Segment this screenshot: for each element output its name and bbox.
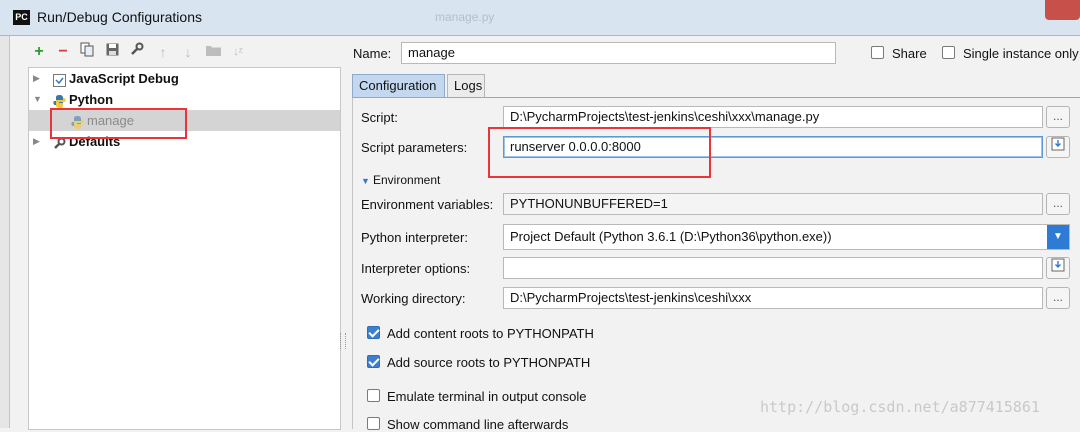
browse-script-button[interactable]: ...	[1046, 106, 1070, 128]
name-label: Name:	[353, 46, 392, 61]
share-label: Share	[892, 46, 927, 61]
environment-variables-label: Environment variables:	[361, 197, 494, 212]
title-bar: PC Run/Debug Configurations manage.py	[0, 0, 1080, 36]
underlying-window-edge	[0, 36, 10, 428]
folder-icon[interactable]	[204, 42, 222, 62]
javascript-debug-icon	[53, 72, 66, 87]
tab-logs[interactable]: Logs	[447, 74, 485, 97]
script-parameters-label: Script parameters:	[361, 140, 468, 155]
edit-environment-button[interactable]: ...	[1046, 193, 1070, 215]
arrow-up-icon[interactable]: ↑	[154, 42, 172, 62]
add-source-roots-checkbox[interactable]	[367, 355, 380, 368]
expand-parameters-button[interactable]	[1046, 136, 1070, 158]
tree-item-python[interactable]: ▼ Python	[29, 89, 340, 110]
script-input[interactable]: D:\PycharmProjects\test-jenkins\ceshi\xx…	[503, 106, 1043, 128]
tree-item-label: JavaScript Debug	[69, 71, 179, 86]
environment-variables-input[interactable]: PYTHONUNBUFFERED=1	[503, 193, 1043, 215]
highlight-box-manage	[50, 108, 187, 139]
show-command-line-label: Show command line afterwards	[387, 417, 569, 432]
share-checkbox[interactable]	[871, 46, 884, 59]
single-instance-label: Single instance only	[963, 46, 1079, 61]
python-interpreter-label: Python interpreter:	[361, 230, 468, 245]
minus-icon[interactable]: −	[54, 42, 72, 62]
expand-arrow-icon[interactable]: ▶	[33, 68, 40, 89]
working-directory-input[interactable]: D:\PycharmProjects\test-jenkins\ceshi\xx…	[503, 287, 1043, 309]
plus-icon[interactable]: +	[30, 42, 48, 62]
close-window-button[interactable]	[1045, 0, 1080, 20]
watermark: http://blog.csdn.net/a877415861	[760, 398, 1040, 416]
emulate-terminal-label: Emulate terminal in output console	[387, 389, 587, 404]
tree-item-label: Python	[69, 92, 114, 107]
pycharm-logo-icon: PC	[13, 10, 30, 25]
tree-item-javascript-debug[interactable]: ▶ JavaScript Debug	[29, 68, 340, 89]
working-directory-label: Working directory:	[361, 291, 466, 306]
splitter-handle[interactable]	[340, 333, 346, 349]
highlight-box-parameters	[488, 127, 711, 178]
single-instance-checkbox[interactable]	[942, 46, 955, 59]
environment-collapse-icon[interactable]: ▼	[361, 176, 370, 186]
python-icon	[53, 93, 66, 108]
tab-configuration[interactable]: Configuration	[352, 74, 445, 97]
interpreter-options-input[interactable]	[503, 257, 1043, 279]
python-interpreter-select[interactable]: Project Default (Python 3.6.1 (D:\Python…	[503, 224, 1070, 250]
environment-section-label[interactable]: Environment	[373, 173, 440, 187]
copy-icon[interactable]	[78, 42, 96, 62]
add-content-roots-checkbox[interactable]	[367, 326, 380, 339]
browse-directory-button[interactable]: ...	[1046, 287, 1070, 309]
expand-options-button[interactable]	[1046, 257, 1070, 279]
background-tab: manage.py	[435, 10, 495, 24]
python-interpreter-value: Project Default (Python 3.6.1 (D:\Python…	[510, 229, 832, 244]
add-content-roots-label: Add content roots to PYTHONPATH	[387, 326, 594, 341]
script-label: Script:	[361, 110, 398, 125]
expand-field-icon	[1051, 137, 1065, 151]
wrench-icon[interactable]	[128, 42, 146, 62]
add-source-roots-label: Add source roots to PYTHONPATH	[387, 355, 591, 370]
name-input[interactable]: manage	[401, 42, 836, 64]
save-icon[interactable]	[103, 42, 121, 62]
collapse-arrow-icon[interactable]: ▼	[33, 89, 42, 110]
arrow-down-icon[interactable]: ↓	[179, 42, 197, 62]
tab-bar: Configuration Logs	[352, 74, 1079, 98]
expand-arrow-icon[interactable]: ▶	[33, 131, 40, 152]
expand-field-icon	[1051, 258, 1065, 272]
emulate-terminal-checkbox[interactable]	[367, 389, 380, 402]
chevron-down-icon[interactable]: ▼	[1047, 225, 1069, 249]
interpreter-options-label: Interpreter options:	[361, 261, 471, 276]
sort-icon[interactable]: ↓ᶻ	[229, 42, 247, 62]
window-title: Run/Debug Configurations	[37, 9, 202, 25]
show-command-line-checkbox[interactable]	[367, 417, 380, 430]
